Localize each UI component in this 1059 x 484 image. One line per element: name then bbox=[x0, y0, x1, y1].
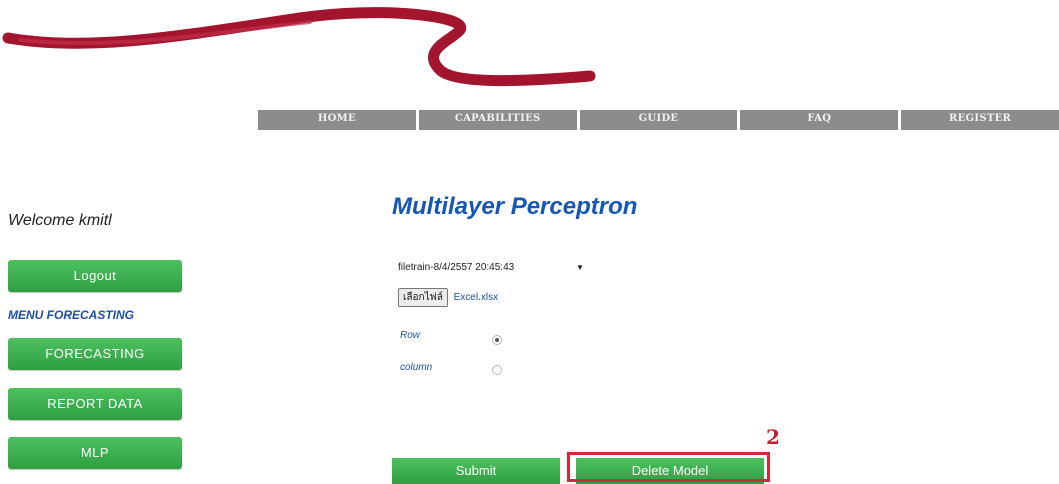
logout-button[interactable]: Logout bbox=[8, 260, 182, 292]
logo-brush-stroke bbox=[2, 7, 596, 87]
radio-column-label: column bbox=[400, 362, 433, 373]
chosen-file-name: Excel.xlsx bbox=[453, 292, 499, 303]
file-upload-row: เลือกไฟล์ Excel.xlsx bbox=[398, 288, 498, 307]
nav-guide[interactable]: GUIDE bbox=[580, 110, 741, 130]
choose-file-button[interactable]: เลือกไฟล์ bbox=[398, 288, 448, 307]
radio-column[interactable] bbox=[492, 365, 502, 375]
delete-model-button[interactable]: Delete Model bbox=[576, 458, 764, 484]
nav-faq[interactable]: FAQ bbox=[740, 110, 902, 130]
model-file-select-value: filetrain-8/4/2557 20:45:43 bbox=[398, 262, 515, 273]
submit-button[interactable]: Submit bbox=[392, 458, 560, 484]
mlp-button[interactable]: MLP bbox=[8, 437, 182, 469]
report-data-button[interactable]: REPORT DATA bbox=[8, 388, 182, 420]
top-navigation: HOME CAPABILITIES GUIDE FAQ REGISTER bbox=[258, 110, 1059, 130]
dropdown-caret-icon: ▼ bbox=[576, 263, 584, 272]
menu-forecasting-label: MENU FORECASTING bbox=[8, 308, 134, 322]
nav-capabilities[interactable]: CAPABILITIES bbox=[419, 110, 580, 130]
model-file-select[interactable]: filetrain-8/4/2557 20:45:43 ▼ bbox=[398, 262, 598, 273]
nav-home[interactable]: HOME bbox=[258, 110, 419, 130]
annotation-number: 2 bbox=[766, 425, 780, 449]
nav-register[interactable]: REGISTER bbox=[901, 110, 1059, 130]
page-title: Multilayer Perceptron bbox=[392, 193, 638, 220]
forecasting-button[interactable]: FORECASTING bbox=[8, 338, 182, 370]
radio-row[interactable] bbox=[492, 335, 502, 345]
radio-row-label: Row bbox=[400, 330, 421, 341]
welcome-text: Welcome kmitl bbox=[8, 212, 112, 229]
